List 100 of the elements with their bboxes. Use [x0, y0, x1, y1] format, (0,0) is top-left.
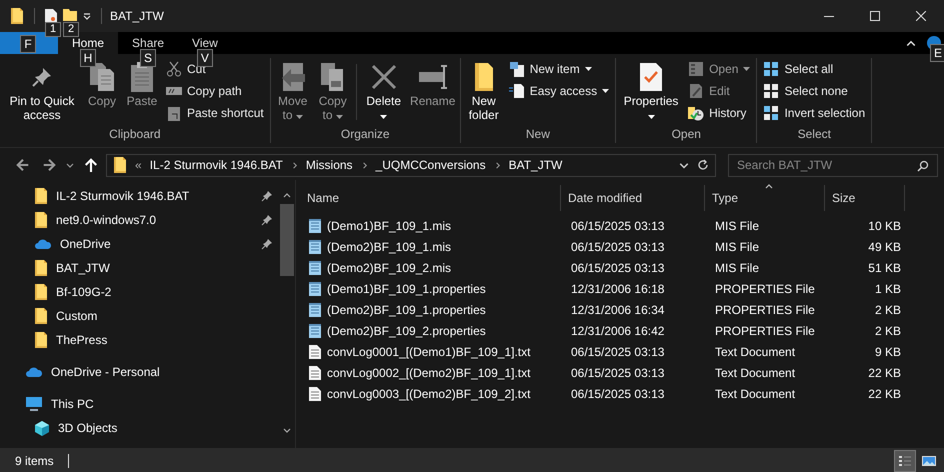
file-name[interactable]: (Demo1)BF_109_1.mis	[327, 218, 452, 232]
maximize-icon	[870, 11, 880, 21]
type-cell-text: Text Document	[714, 366, 796, 380]
column-header[interactable]: Size	[825, 185, 905, 211]
cloud-icon	[25, 366, 43, 378]
chevron-up-icon	[283, 191, 291, 199]
ribbon-button[interactable]: Copy path	[166, 82, 264, 100]
column-header[interactable]: Name	[300, 185, 561, 211]
cube-icon	[34, 420, 50, 436]
file-name[interactable]: (Demo1)BF_109_1.properties	[327, 282, 486, 296]
edit-icon	[688, 83, 704, 99]
size-cell-text: 9 KB	[874, 344, 902, 358]
file-name[interactable]: convLog0003_[(Demo2)BF_109_2].txt	[327, 386, 530, 400]
date-cell-text: 06/15/2025 03:13	[570, 260, 666, 274]
breadcrumb[interactable]: _UQMCConversions	[376, 158, 486, 172]
size-cell-text: 2 KB	[874, 302, 902, 316]
nav-item[interactable]: OneDrive - Personal	[51, 365, 253, 379]
grid-icon	[763, 61, 780, 77]
nav-item[interactable]: IL-2 Sturmovik 1946.BAT	[56, 189, 253, 203]
date-cell-text: 06/15/2025 03:13	[570, 344, 666, 358]
file-name[interactable]: (Demo2)BF_109_1.properties	[327, 302, 486, 316]
ribbon-button[interactable]: New folder	[462, 58, 505, 124]
group-label: New	[524, 127, 551, 143]
breadcrumb[interactable]: IL-2 Sturmovik 1946.BAT	[150, 158, 283, 172]
folder-icon	[34, 259, 48, 277]
size-cell-text: 10 KB	[867, 218, 902, 232]
nav-item[interactable]: Custom	[56, 309, 253, 323]
view-button[interactable]	[894, 450, 916, 472]
ribbon-button[interactable]: Properties	[618, 58, 684, 124]
pin-icon	[30, 65, 54, 89]
clipboard-icon	[166, 105, 182, 121]
file-name[interactable]: (Demo2)BF_109_2.mis	[327, 260, 452, 274]
refresh-icon[interactable]	[697, 159, 709, 171]
open-icon	[688, 61, 704, 77]
grid-icon	[763, 83, 780, 99]
keytip-badge: 1	[45, 22, 61, 37]
document-icon[interactable]	[45, 9, 57, 23]
notepad-icon	[308, 238, 322, 254]
date-cell-text: 12/31/2006 16:18	[570, 282, 666, 296]
file-name[interactable]: (Demo2)BF_109_1.mis	[327, 240, 452, 254]
folder-icon[interactable]	[63, 9, 77, 21]
scrollbar-thumb[interactable]	[280, 204, 294, 276]
type-cell-text: MIS File	[714, 240, 760, 254]
folder-icon	[472, 61, 495, 93]
nav-item[interactable]: This PC	[51, 397, 253, 411]
address-bar[interactable]: « IL-2 Sturmovik 1946.BAT Missions _UQMCConversions BAT_JTW	[106, 154, 716, 176]
size-cell-text: 22 KB	[867, 386, 902, 400]
grid-icon	[763, 105, 780, 121]
monitor-icon	[25, 396, 43, 412]
nav-item[interactable]: BAT_JTW	[56, 261, 253, 275]
ribbon-button[interactable]: History	[688, 104, 750, 122]
ribbon-button[interactable]: Pin to Quick access	[2, 58, 82, 124]
folder-icon	[34, 307, 48, 325]
forward-icon	[42, 158, 56, 172]
scissors-icon	[166, 61, 182, 77]
ribbon-button[interactable]: Invert selection	[763, 104, 866, 122]
document-icon	[508, 83, 525, 99]
keytip-badge: S	[140, 49, 156, 67]
group-label: Clipboard	[108, 127, 162, 143]
overflow-crumb[interactable]: «	[135, 158, 142, 172]
notepad-icon	[308, 260, 322, 276]
up-icon	[84, 158, 98, 172]
dropdown-icon	[66, 161, 74, 169]
nav-item[interactable]: 3D Objects	[58, 421, 253, 435]
file-name[interactable]: (Demo2)BF_109_2.properties	[327, 324, 486, 338]
dropdown-icon	[83, 12, 91, 20]
type-cell-text: PROPERTIES File	[714, 324, 816, 338]
folder-icon	[34, 283, 48, 301]
date-cell-text: 06/15/2025 03:13	[570, 240, 666, 254]
breadcrumb[interactable]: Missions	[306, 158, 353, 172]
nav-item[interactable]: net9.0-windows7.0	[56, 213, 253, 227]
ribbon-button[interactable]: Select all	[763, 60, 866, 78]
date-cell-text: 06/15/2025 03:13	[570, 386, 666, 400]
notepad-icon	[308, 322, 322, 338]
back-icon	[16, 158, 30, 172]
ribbon-button[interactable]: Easy access	[508, 82, 610, 100]
ribbon-button[interactable]: Delete	[360, 58, 408, 124]
size-cell-text: 49 KB	[867, 240, 902, 254]
nav-item[interactable]: ThePress	[56, 333, 253, 347]
type-cell-text: Text Document	[714, 386, 796, 400]
folder-icon	[34, 211, 48, 229]
notepad-icon	[308, 218, 322, 234]
column-header[interactable]: Date modified	[561, 185, 705, 211]
notepad-icon	[308, 302, 322, 318]
file-tab[interactable]: F	[0, 32, 58, 54]
ribbon-button[interactable]: Select none	[763, 82, 866, 100]
date-cell-text: 12/31/2006 16:42	[570, 324, 666, 338]
file-name[interactable]: convLog0002_[(Demo2)BF_109_1].txt	[327, 366, 530, 380]
nav-item[interactable]: Bf-109G-2	[56, 285, 253, 299]
group-label: Open	[670, 127, 702, 143]
type-cell-text: PROPERTIES File	[714, 282, 816, 296]
column-header[interactable]: Type	[705, 185, 825, 211]
file-name[interactable]: convLog0001_[(Demo1)BF_109_1].txt	[327, 344, 530, 358]
nav-item[interactable]: OneDrive	[60, 237, 253, 251]
search-field[interactable]: Search BAT_JTW	[728, 154, 938, 176]
ribbon-button[interactable]: New item	[508, 60, 610, 78]
breadcrumb[interactable]: BAT_JTW	[508, 158, 562, 172]
keytip-badge: F	[20, 35, 36, 53]
details-view-icon	[898, 454, 912, 468]
ribbon-button[interactable]: Paste shortcut	[166, 104, 264, 122]
